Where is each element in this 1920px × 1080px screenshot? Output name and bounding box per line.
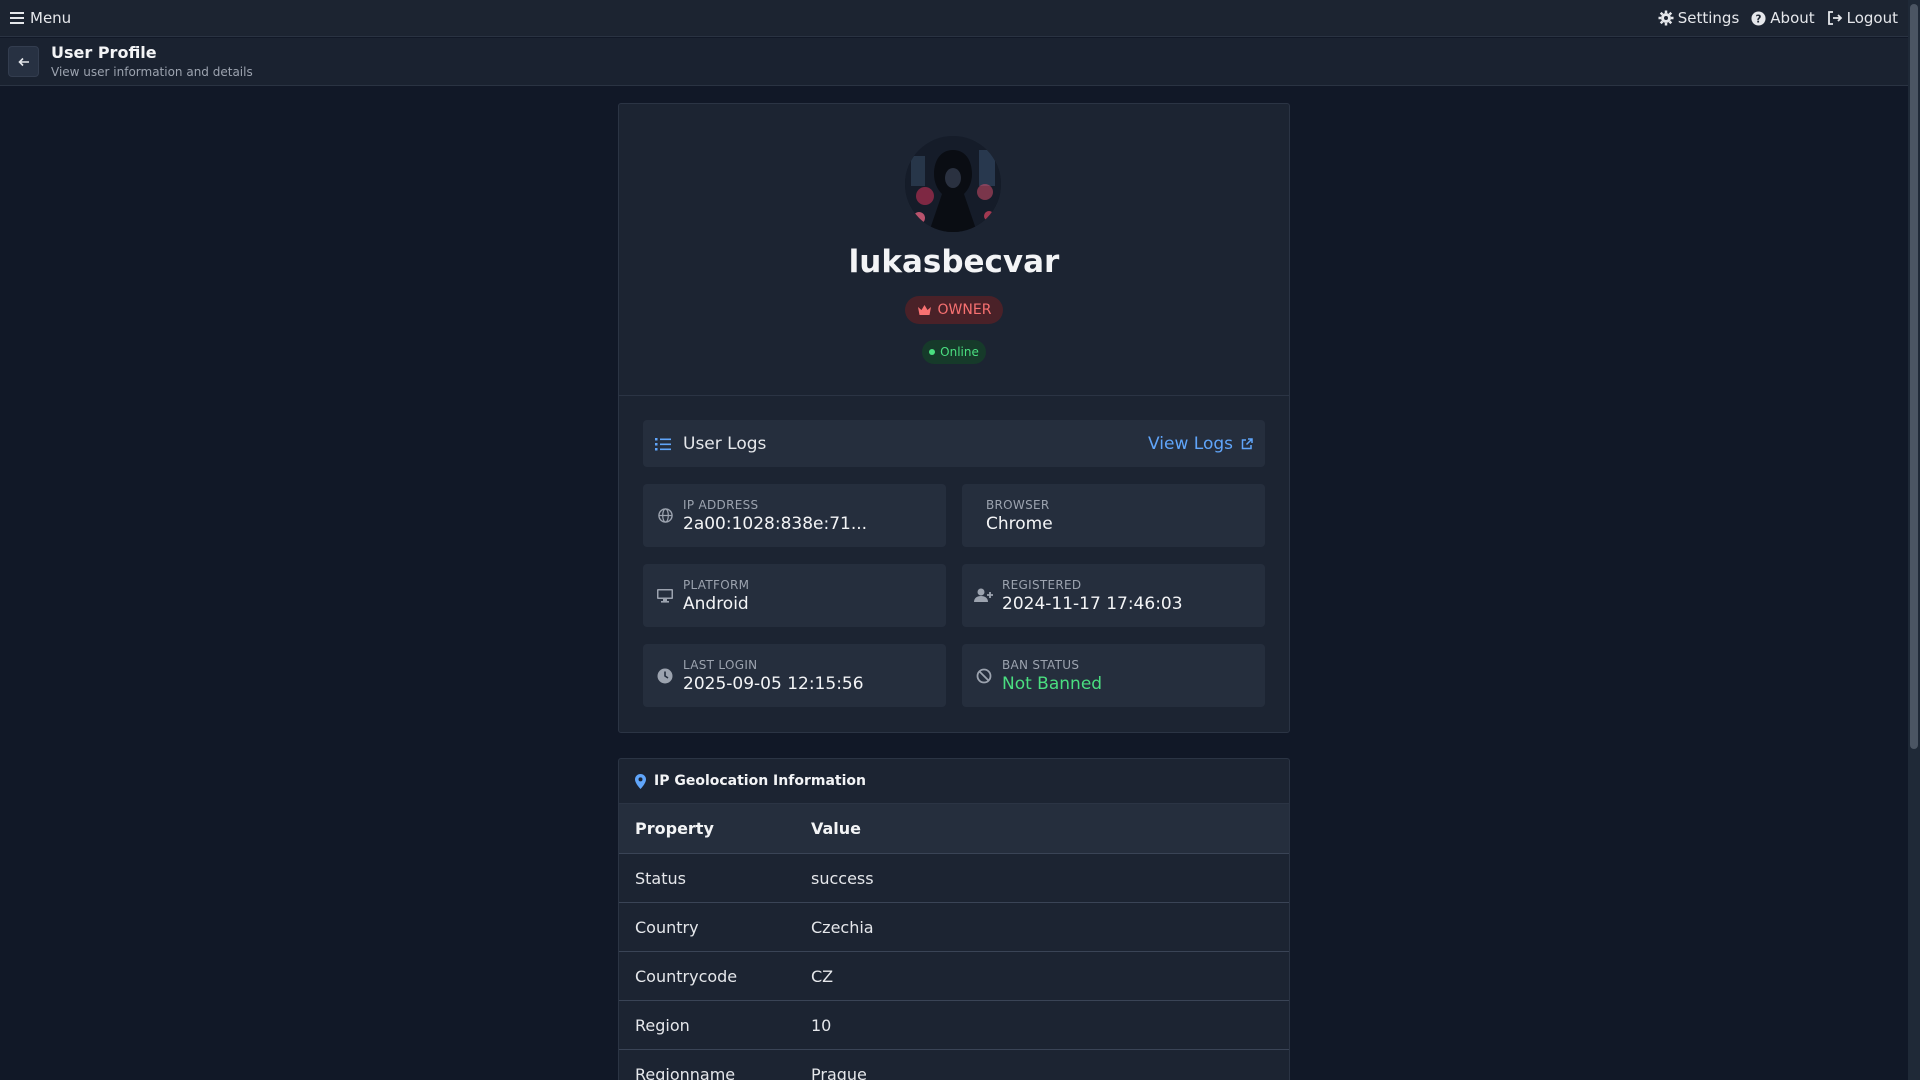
logout-label: Logout (1846, 9, 1898, 27)
menu-label: Menu (30, 9, 72, 27)
username: lukasbecvar (848, 244, 1060, 280)
page-header: User Profile View user information and d… (0, 38, 1908, 86)
clock-icon (655, 668, 675, 684)
back-button[interactable] (8, 46, 39, 77)
value-cell: Czechia (795, 902, 1289, 952)
question-circle-icon: ? (1751, 10, 1766, 26)
view-logs-label: View Logs (1148, 433, 1233, 454)
crown-icon (917, 304, 932, 316)
top-navbar: Menu Settings ? About Logout (0, 0, 1908, 37)
page-scrollbar[interactable] (1908, 0, 1920, 1080)
table-row: Country Czechia (619, 902, 1289, 952)
table-row: Regionname Prague (619, 1049, 1289, 1080)
property-cell: Region (619, 1000, 795, 1050)
registered-tile: REGISTERED 2024-11-17 17:46:03 (962, 564, 1265, 627)
column-header-value: Value (795, 803, 1289, 854)
last-login-label: LAST LOGIN (683, 657, 758, 672)
ban-status-tile: BAN STATUS Not Banned (962, 644, 1265, 707)
ip-address-value: 2a00:1028:838e:71... (683, 513, 868, 534)
status-label: Online (940, 345, 979, 359)
page-title: User Profile (51, 43, 157, 62)
value-cell: Prague (795, 1049, 1289, 1080)
role-label: OWNER (937, 302, 992, 318)
registered-value: 2024-11-17 17:46:03 (1002, 593, 1183, 614)
ip-address-tile: IP ADDRESS 2a00:1028:838e:71... (643, 484, 946, 547)
platform-value: Android (683, 593, 749, 614)
ban-status-label: BAN STATUS (1002, 657, 1080, 672)
user-logs-bar: User Logs View Logs (643, 420, 1265, 467)
arrow-left-icon (17, 57, 30, 67)
last-login-value: 2025-09-05 12:15:56 (683, 673, 864, 694)
about-link[interactable]: ? About (1751, 9, 1815, 27)
scrollbar-thumb[interactable] (1910, 4, 1918, 749)
ban-icon (974, 668, 994, 684)
table-row: Region 10 (619, 1000, 1289, 1050)
property-cell: Status (619, 853, 795, 903)
menu-button[interactable]: Menu (10, 9, 71, 27)
logout-icon (1827, 11, 1843, 25)
settings-link[interactable]: Settings (1658, 9, 1740, 27)
ban-status-value: Not Banned (1002, 673, 1103, 694)
property-cell: Country (619, 902, 795, 952)
view-logs-link[interactable]: View Logs (1148, 434, 1253, 454)
hamburger-icon (10, 12, 24, 24)
table-header-row: Property Value (619, 803, 1289, 854)
value-cell: success (795, 853, 1289, 903)
profile-card: lukasbecvar OWNER Online User Logs View … (618, 103, 1290, 733)
svg-text:?: ? (1756, 13, 1762, 25)
platform-label: PLATFORM (683, 577, 750, 592)
geolocation-table: Property Value Status success Country Cz… (619, 803, 1289, 1080)
geolocation-card: IP Geolocation Information Property Valu… (618, 758, 1290, 1080)
avatar (905, 136, 1001, 232)
user-plus-icon (974, 588, 994, 603)
registered-label: REGISTERED (1002, 577, 1082, 592)
logout-link[interactable]: Logout (1827, 9, 1898, 27)
online-dot-icon (929, 349, 936, 355)
browser-value: Chrome (986, 513, 1053, 534)
globe-icon (655, 508, 675, 523)
page-subtitle: View user information and details (51, 65, 253, 79)
ip-address-label: IP ADDRESS (683, 497, 759, 512)
map-marker-icon (635, 773, 646, 789)
list-icon (655, 437, 671, 451)
platform-tile: PLATFORM Android (643, 564, 946, 627)
user-logs-title: User Logs (683, 433, 767, 454)
property-cell: Countrycode (619, 951, 795, 1001)
settings-label: Settings (1677, 9, 1740, 27)
status-badge: Online (922, 340, 986, 364)
table-row: Status success (619, 853, 1289, 903)
value-cell: CZ (795, 951, 1289, 1001)
value-cell: 10 (795, 1000, 1289, 1050)
table-row: Countrycode CZ (619, 951, 1289, 1001)
browser-tile: BROWSER Chrome (962, 484, 1265, 547)
last-login-tile: LAST LOGIN 2025-09-05 12:15:56 (643, 644, 946, 707)
external-link-icon (1241, 437, 1253, 450)
desktop-icon (655, 588, 675, 603)
about-label: About (1770, 9, 1815, 27)
column-header-property: Property (619, 803, 795, 854)
browser-label: BROWSER (986, 497, 1050, 512)
role-badge: OWNER (905, 296, 1003, 324)
property-cell: Regionname (619, 1049, 795, 1080)
geolocation-title: IP Geolocation Information (654, 773, 866, 789)
gear-icon (1658, 10, 1674, 26)
